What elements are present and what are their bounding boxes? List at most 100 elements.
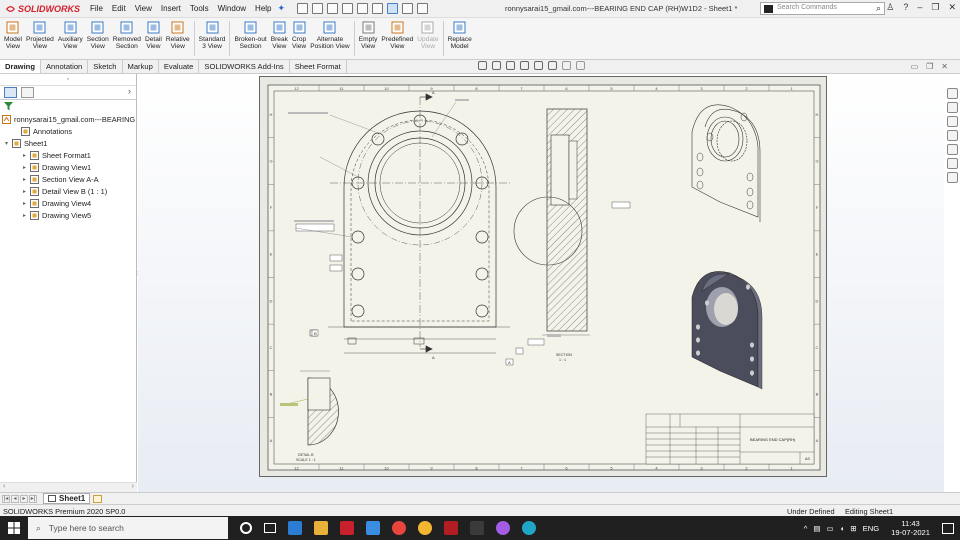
windows-start-button[interactable] xyxy=(0,522,28,534)
app-red-icon[interactable] xyxy=(444,521,458,535)
close-button[interactable]: ✕ xyxy=(948,2,956,13)
nvidia-icon[interactable] xyxy=(470,521,484,535)
taskbar-search-box[interactable]: ⌕ Type here to search xyxy=(28,517,228,539)
design-library-icon[interactable] xyxy=(946,102,958,113)
file-explorer-icon[interactable] xyxy=(946,116,958,127)
magnifier-icon[interactable]: ⌕ xyxy=(876,3,881,14)
menu-tools[interactable]: Tools xyxy=(190,4,209,13)
task-view-icon[interactable] xyxy=(264,523,276,533)
chrome-profile-icon[interactable] xyxy=(418,521,432,535)
minimize-button[interactable]: – xyxy=(917,2,922,13)
ime-icon[interactable]: ⊞ xyxy=(850,524,856,533)
rotate-icon[interactable] xyxy=(534,61,543,70)
break-view-button[interactable]: Break View xyxy=(269,18,290,59)
update-view-button[interactable]: Update View xyxy=(415,18,440,59)
removed-section-button[interactable]: Removed Section xyxy=(111,18,143,59)
view-palette-icon[interactable] xyxy=(946,130,958,141)
home-icon[interactable] xyxy=(297,3,309,14)
doc-minimize-icon[interactable]: ▭ xyxy=(911,62,919,71)
new-document-icon[interactable] xyxy=(312,3,324,14)
edge-icon[interactable] xyxy=(522,521,536,535)
add-sheet-icon[interactable] xyxy=(93,494,103,503)
zoom-area-icon[interactable] xyxy=(492,61,501,70)
tab-sheet-format[interactable]: Sheet Format xyxy=(290,60,347,73)
cortana-icon[interactable] xyxy=(240,522,252,534)
tree-expand-icon[interactable]: ▾ xyxy=(2,140,11,147)
doc-restore-icon[interactable]: ❐ xyxy=(926,62,933,71)
tree-expand-icon[interactable]: ▸ xyxy=(20,188,29,195)
restore-button[interactable]: ❐ xyxy=(931,2,939,13)
empty-view-button[interactable]: Empty View xyxy=(357,18,380,59)
battery-icon[interactable]: ▭ xyxy=(827,524,834,533)
volume-icon[interactable]: ◖ xyxy=(840,524,845,533)
download-icon[interactable] xyxy=(366,521,380,535)
detail-view-button[interactable]: Detail View xyxy=(143,18,164,59)
tree-root[interactable]: ronnysarai15_gmail.com---BEARING E xyxy=(2,113,136,125)
tree-item[interactable]: ▸ Detail View B (1 : 1) xyxy=(2,185,136,197)
open-icon[interactable] xyxy=(327,3,339,14)
sheet-tab-sheet1[interactable]: Sheet1 xyxy=(43,493,91,504)
tab-annotation[interactable]: Annotation xyxy=(41,60,89,73)
scroll-right-icon[interactable]: › xyxy=(132,483,134,490)
tree-item[interactable]: ▸ Drawing View5 xyxy=(2,209,136,221)
menu-file[interactable]: File xyxy=(90,4,103,13)
tab-markup[interactable]: Markup xyxy=(123,60,159,73)
print-icon[interactable] xyxy=(357,3,369,14)
scroll-left-icon[interactable]: ‹ xyxy=(3,483,5,490)
menu-help[interactable]: Help xyxy=(255,4,271,13)
alternate-position-view-button[interactable]: Alternate Position View xyxy=(308,18,351,59)
menu-window[interactable]: Window xyxy=(218,4,246,13)
tab-addins[interactable]: SOLIDWORKS Add-Ins xyxy=(199,60,290,73)
save-icon[interactable] xyxy=(342,3,354,14)
tree-item[interactable]: ▸ Drawing View4 xyxy=(2,197,136,209)
panel-collapse-handle[interactable]: ◦ xyxy=(0,74,136,86)
tree-item[interactable]: Annotations xyxy=(2,125,136,137)
tree-expand-icon[interactable]: ▸ xyxy=(20,176,29,183)
search-commands-input[interactable]: Search Commands ⌕ xyxy=(760,2,885,15)
appearances-icon[interactable] xyxy=(946,144,958,155)
previous-view-icon[interactable] xyxy=(506,61,515,70)
tree-item[interactable]: ▸ Sheet Format1 xyxy=(2,149,136,161)
auxiliary-view-button[interactable]: Auxiliary View xyxy=(56,18,85,59)
user-icon[interactable]: ♙ xyxy=(886,2,894,13)
chevron-right-icon[interactable]: › xyxy=(128,86,131,96)
first-sheet-icon[interactable]: |◂ xyxy=(2,494,10,503)
hide-show-icon[interactable] xyxy=(576,61,585,70)
projected-view-button[interactable]: Projected View xyxy=(24,18,56,59)
tree-expand-icon[interactable]: ▸ xyxy=(20,164,29,171)
solidworks-resources-icon[interactable] xyxy=(946,88,958,99)
tray-chevron-icon[interactable]: ^ xyxy=(804,524,808,533)
help-button[interactable]: ? xyxy=(903,2,908,13)
chrome-icon[interactable] xyxy=(392,521,406,535)
tree-item[interactable]: ▸ Section View A-A xyxy=(2,173,136,185)
broken-out-section-button[interactable]: Broken-out Section xyxy=(232,18,268,59)
network-icon[interactable]: ▤ xyxy=(813,524,820,533)
standard-3-view-button[interactable]: Standard 3 View xyxy=(197,18,228,59)
sketch-icon[interactable] xyxy=(520,61,529,70)
replace-model-button[interactable]: Replace Model xyxy=(446,18,474,59)
crop-view-button[interactable]: Crop View xyxy=(290,18,308,59)
tab-sketch[interactable]: Sketch xyxy=(88,60,123,73)
filter-icon[interactable] xyxy=(0,100,136,113)
custom-properties-icon[interactable] xyxy=(946,158,958,169)
next-sheet-icon[interactable]: ▸ xyxy=(20,494,28,503)
options-gear-icon[interactable] xyxy=(417,3,429,14)
menu-insert[interactable]: Insert xyxy=(161,4,181,13)
tree-item[interactable]: ▸ Drawing View1 xyxy=(2,161,136,173)
prev-sheet-icon[interactable]: ◂ xyxy=(11,494,19,503)
undo-icon[interactable] xyxy=(372,3,384,14)
solidworks-taskbar-icon[interactable] xyxy=(340,521,354,535)
feature-tree-tab-icon[interactable] xyxy=(4,87,17,98)
tree-item[interactable]: ▾ Sheet1 xyxy=(2,137,136,149)
rebuild-icon[interactable] xyxy=(402,3,414,14)
messenger-icon[interactable] xyxy=(496,521,510,535)
tree-expand-icon[interactable]: ▸ xyxy=(20,200,29,207)
language-indicator[interactable]: ENG xyxy=(863,524,879,533)
model-view-button[interactable]: Model View xyxy=(2,18,24,59)
predefined-view-button[interactable]: Predefined View xyxy=(379,18,415,59)
pin-icon[interactable]: ✦ xyxy=(278,3,286,14)
property-manager-tab-icon[interactable] xyxy=(21,87,34,98)
display-style-icon[interactable] xyxy=(562,61,571,70)
tree-expand-icon[interactable]: ▸ xyxy=(20,152,29,159)
tab-drawing[interactable]: Drawing xyxy=(0,60,41,73)
